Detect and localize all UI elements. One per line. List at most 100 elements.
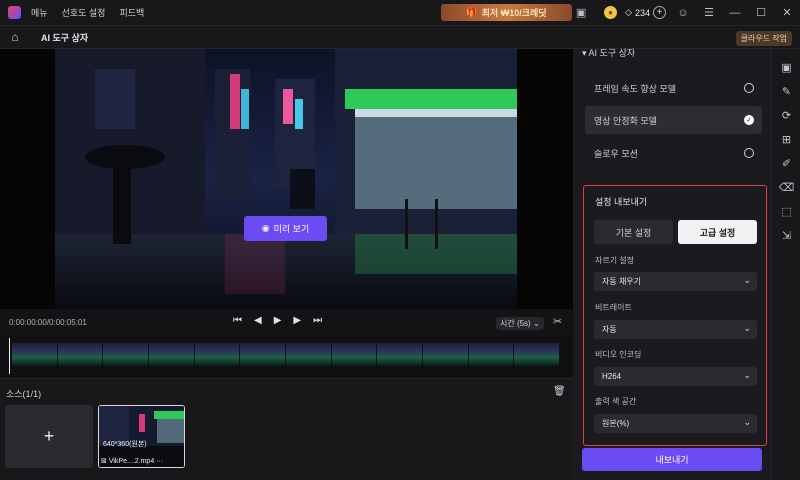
chevron-down-icon: ⌄ [743,323,751,333]
ai-toolbox-panel: ▾ AI 도구 상자 프레임 속도 향상 모델 영상 안정화 모델 ✓ 슬로우 … [573,46,771,480]
timeline-frame [240,343,287,367]
timeline[interactable] [0,336,573,378]
page-title: AI 도구 상자 [41,32,89,43]
preview-frame [55,49,517,309]
crop-select[interactable]: 자동 채우기 ⌄ [594,272,757,291]
credits-count: 234 [634,7,650,18]
timeline-frame [149,343,195,367]
timeline-frame [377,343,424,367]
source-title: 소스(1/1) [6,389,42,399]
clip-filename-text: VikPe....2.mp4 [108,458,155,465]
message-icon[interactable]: ▣ [568,0,594,25]
skip-forward-icon[interactable]: ⏭ [313,315,322,326]
chevron-down-icon: ▾ [582,48,587,58]
selection-icon[interactable]: ⬚ [772,199,800,223]
chevron-down-icon: ⌄ [743,417,751,427]
radio-slow-motion[interactable] [744,148,754,158]
playhead[interactable] [9,338,10,374]
timeline-frame [423,343,469,367]
chevron-down-icon: ⌄ [743,370,751,380]
preview-button[interactable]: ◉ 미리 보기 [244,216,327,241]
duration-select[interactable]: 시간 (5s) ⌄ [496,317,544,330]
step-forward-icon[interactable]: ▶ [293,315,301,326]
clip-resolution: 640*360(원본) [103,441,147,448]
menu-icon[interactable]: ☰ [696,0,722,25]
colorspace-label: 출력 색 공간 [595,397,637,406]
eraser-icon[interactable]: ⌫ [772,175,800,199]
timeline-frame [103,343,150,367]
sub-header: ⌂ AI 도구 상자 클라우드 작업 [0,25,800,49]
home-icon[interactable]: ⌂ [3,26,27,48]
export-settings-title: 설정 내보내기 [595,197,648,207]
playback-controls: 0:00:00:00/0:00:05:01 ⏮ ◀ ▶ ▶ ⏭ 시간 (5s) … [0,309,573,336]
timeline-frame [468,343,515,367]
user-avatar-icon[interactable]: ☺ [670,0,696,25]
source-clip[interactable]: 640*360(원본) ⊠ VikPe....2.mp4 ··· [98,405,185,468]
menu-item-menu[interactable]: 메뉴 [31,6,48,19]
tool-sidebar: ▣ ✎ ⟳ ⊞ ✐ ⌫ ⬚ ⇲ [771,49,800,480]
app-logo-icon [8,6,21,19]
codec-select[interactable]: H264 ⌄ [594,367,757,386]
duration-label: 시간 (5s) [500,319,531,328]
export-button[interactable]: 내보내기 [582,448,762,471]
export-settings-box: 설정 내보내기 기본 설정 고급 설정 자르기 설정 자동 채우기 ⌄ 비트레이… [583,185,767,446]
edit-icon[interactable]: ✎ [772,79,800,103]
city-night-scene [55,49,517,309]
radio-frame-interpolation[interactable] [744,83,754,93]
gift-icon: 🎁 [466,7,478,17]
timeline-frame [286,343,332,367]
model-slow-motion[interactable]: 슬로우 모션 [585,139,762,167]
tab-advanced-settings[interactable]: 고급 설정 [678,220,757,244]
model-label: 프레임 속도 향상 모델 [594,83,677,94]
export-video-icon[interactable]: ⇲ [772,223,800,247]
close-icon[interactable]: ✕ [774,0,800,25]
timeline-frame [57,343,104,367]
bitrate-select[interactable]: 자동 ⌄ [594,320,757,339]
tab-basic-settings[interactable]: 기본 설정 [594,220,673,244]
skip-back-icon[interactable]: ⏮ [233,315,242,326]
promo-banner[interactable]: 🎁 최저 ₩10/크레딧 [441,4,572,21]
toolbox-section-header[interactable]: ▾ AI 도구 상자 [582,46,635,59]
scissors-icon[interactable]: ✂ [553,315,562,328]
add-credits-button[interactable]: + [653,6,666,19]
cloud-tasks-button[interactable]: 클라우드 작업 [735,31,792,46]
brush-icon[interactable]: ✐ [772,151,800,175]
codec-value: H264 [602,372,622,381]
promo-text: 최저 ₩10/크레딧 [481,8,547,18]
ai-toolbox-icon[interactable]: ⊞ [772,127,800,151]
eye-icon: ◉ [261,223,270,233]
crop-value: 자동 채우기 [602,277,642,286]
model-stabilization[interactable]: 영상 안정화 모델 ✓ [585,106,762,134]
credits-display: ◇ 234 [625,7,650,18]
play-icon[interactable]: ▶ [274,315,282,326]
colorspace-value: 원본(%) [602,419,630,428]
coin-icon[interactable]: ● [604,6,618,19]
colorspace-select[interactable]: 원본(%) ⌄ [594,414,757,433]
thumbnail-strip[interactable] [12,343,561,367]
maximize-icon[interactable]: ☐ [748,0,774,25]
time-display: 0:00:00:00/0:00:05:01 [9,318,87,327]
timeline-frame [331,343,378,367]
add-media-button[interactable]: + [5,405,93,468]
radio-stabilization-checked[interactable]: ✓ [744,115,754,125]
step-back-icon[interactable]: ◀ [254,315,262,326]
timeline-frame [194,343,241,367]
menu-item-feedback[interactable]: 피드백 [119,6,144,19]
model-label: 영상 안정화 모델 [594,115,657,126]
crop-label: 자르기 설정 [595,256,635,265]
bitrate-value: 자동 [602,325,617,334]
model-frame-interpolation[interactable]: 프레임 속도 향상 모델 [585,74,762,102]
timeline-frame [12,343,58,367]
more-icon[interactable]: ··· [156,458,163,465]
menu-item-preferences[interactable]: 선호도 설정 [62,6,106,19]
minimize-icon[interactable]: — [722,0,748,25]
trash-icon[interactable]: 🗑 [553,386,566,397]
video-enhance-icon[interactable]: ▣ [772,55,800,79]
bitrate-label: 비트레이트 [595,303,632,312]
timeline-frame [514,343,561,367]
top-menu: 메뉴 선호도 설정 피드백 [31,6,144,19]
model-label: 슬로우 모션 [594,148,638,159]
codec-label: 비디오 인코딩 [595,350,642,359]
chevron-down-icon: ⌄ [743,275,751,285]
refresh-icon[interactable]: ⟳ [772,103,800,127]
